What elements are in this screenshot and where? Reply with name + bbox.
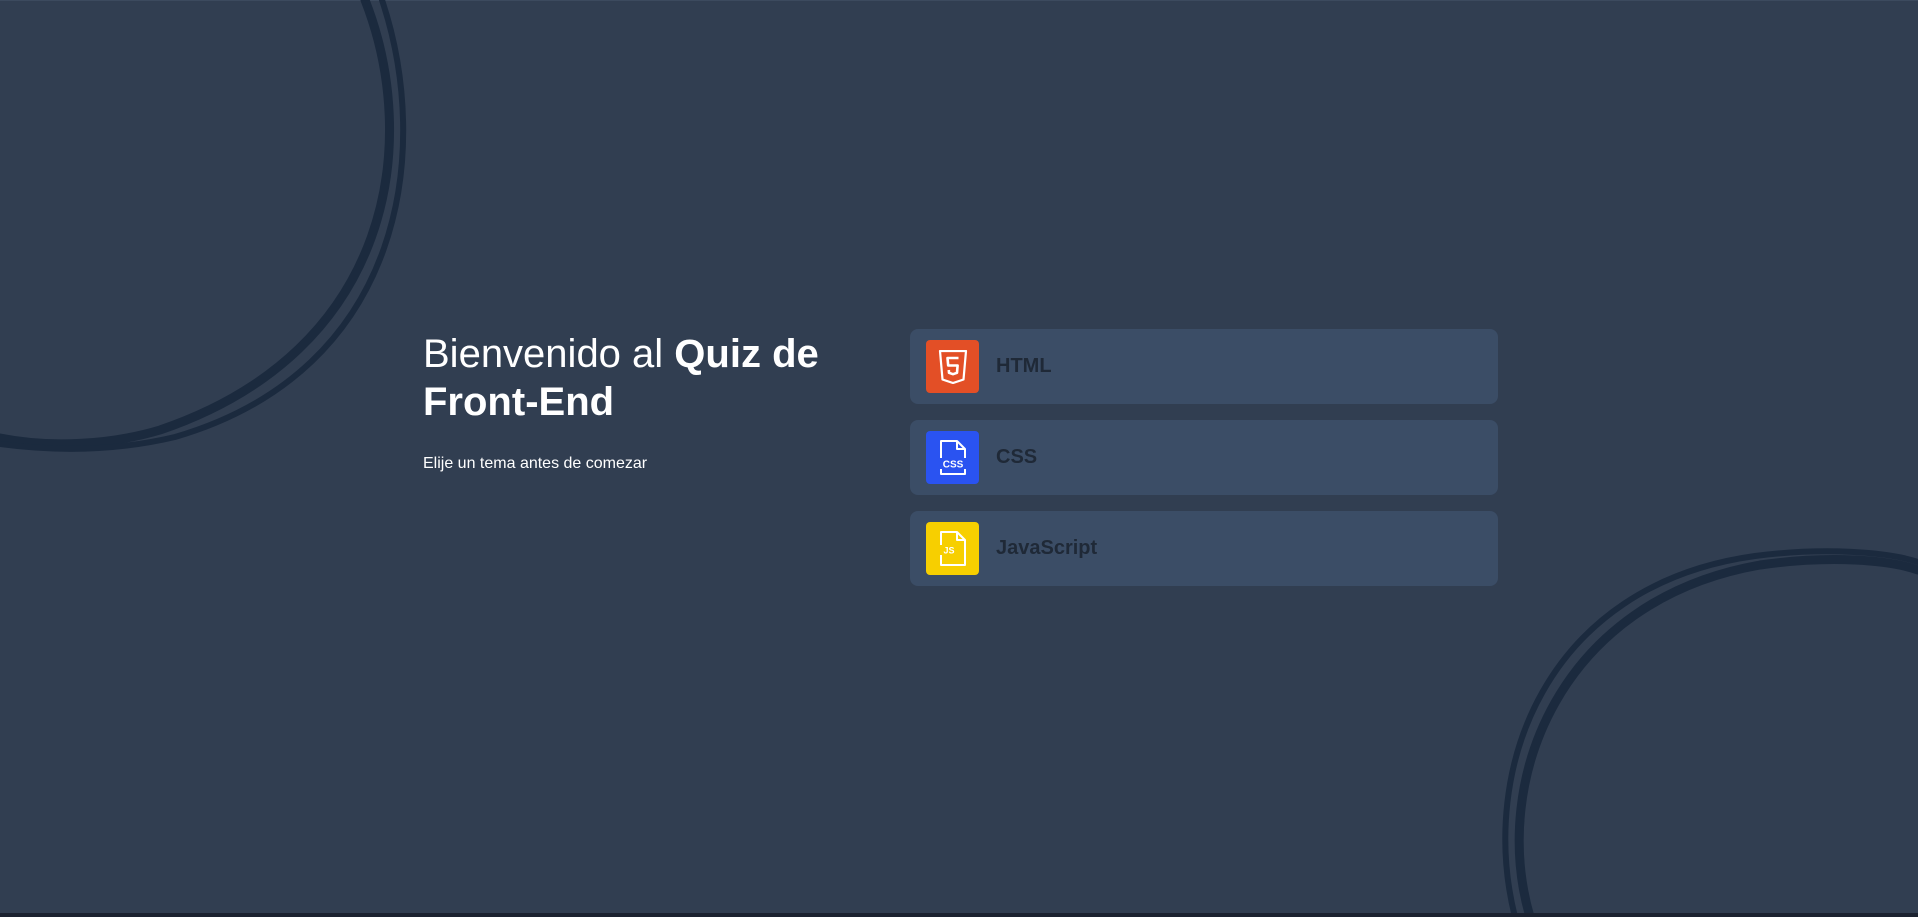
topic-html-button[interactable]: HTML: [910, 329, 1498, 404]
quiz-home-page: Bienvenido al Quiz de Front-End Elije un…: [0, 0, 1918, 917]
top-border: [0, 0, 1918, 1]
title-regular: Bienvenido al: [423, 332, 675, 376]
html5-icon: [926, 340, 979, 393]
topic-javascript-label: JavaScript: [996, 537, 1098, 559]
topic-javascript-button[interactable]: JS JavaScript: [910, 511, 1498, 586]
topic-css-button[interactable]: CSS CSS: [910, 420, 1498, 495]
topic-html-label: HTML: [996, 355, 1052, 377]
welcome-section: Bienvenido al Quiz de Front-End Elije un…: [423, 330, 863, 474]
js-file-icon: JS: [926, 522, 979, 575]
topic-css-label: CSS: [996, 446, 1038, 468]
page-subtitle: Elije un tema antes de comezar: [423, 455, 648, 472]
css-file-icon: CSS: [926, 431, 979, 484]
topic-list: HTML CSS CSS JS JavaScript: [910, 329, 1498, 602]
page-title: Bienvenido al Quiz de Front-End: [423, 330, 863, 426]
js-icon-glyph: JS: [943, 545, 954, 555]
css-icon-glyph: CSS: [942, 459, 963, 470]
bottom-border: [0, 913, 1918, 917]
